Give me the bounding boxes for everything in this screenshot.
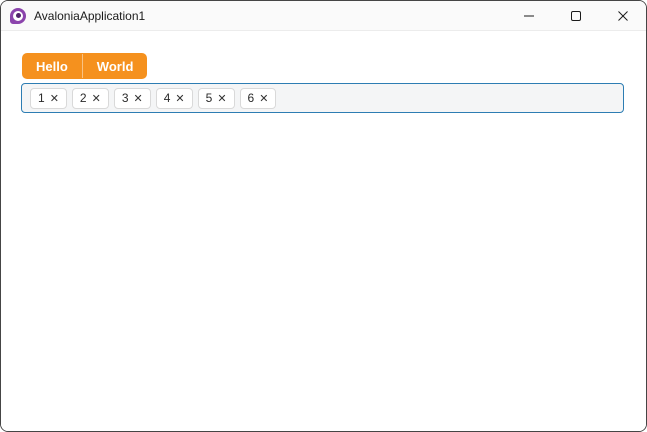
window-controls (505, 1, 646, 30)
avalonia-logo-icon (10, 7, 26, 24)
chip-label: 5 (205, 91, 213, 105)
chip-label: 3 (121, 91, 129, 105)
chip-label: 6 (247, 91, 255, 105)
chip-close-icon[interactable]: ✕ (175, 93, 184, 104)
titlebar: AvaloniaApplication1 (1, 1, 646, 31)
chip-close-icon[interactable]: ✕ (92, 93, 101, 104)
chip: 3 ✕ (113, 87, 151, 109)
tab-world[interactable]: World (83, 53, 148, 79)
app-window: AvaloniaApplication1 Hello World 1 ✕ 2 ✕… (0, 0, 647, 432)
minimize-icon (523, 15, 534, 16)
chip-label: 1 (38, 91, 45, 105)
chip: 5 ✕ (197, 87, 235, 109)
window-title: AvaloniaApplication1 (34, 8, 146, 23)
tab-hello[interactable]: Hello (22, 53, 82, 79)
close-button[interactable] (599, 1, 646, 30)
minimize-button[interactable] (505, 1, 552, 30)
chip-close-icon[interactable]: ✕ (50, 93, 59, 104)
chip: 1 ✕ (30, 87, 67, 109)
close-icon (617, 10, 628, 21)
tags-input[interactable]: 1 ✕ 2 ✕ 3 ✕ 4 ✕ 5 ✕ 6 ✕ (21, 83, 624, 113)
avalonia-logo-ring (13, 10, 23, 21)
avalonia-logo-dot (15, 13, 21, 18)
chip: 6 ✕ (239, 87, 277, 109)
chip: 2 ✕ (71, 87, 109, 109)
chip-label: 4 (163, 91, 171, 105)
chip-close-icon[interactable]: ✕ (259, 93, 268, 104)
maximize-button[interactable] (552, 1, 599, 30)
window-content: Hello World 1 ✕ 2 ✕ 3 ✕ 4 ✕ 5 ✕ 6 ✕ (1, 31, 646, 431)
chip-close-icon[interactable]: ✕ (134, 93, 143, 104)
chip-close-icon[interactable]: ✕ (217, 93, 226, 104)
maximize-icon (570, 10, 581, 21)
chip: 4 ✕ (155, 87, 193, 109)
tab-strip: Hello World (22, 53, 148, 79)
chip-label: 2 (79, 91, 87, 105)
